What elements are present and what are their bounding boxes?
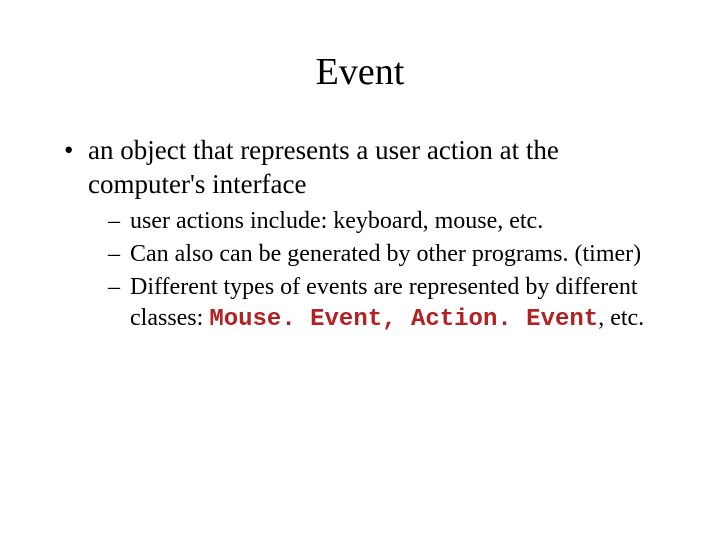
bullet-list-level1: an object that represents a user action … <box>60 134 660 335</box>
bullet-main-text: an object that represents a user action … <box>88 135 559 199</box>
slide-container: Event an object that represents a user a… <box>0 0 720 540</box>
sub3-code: Mouse. Event, Action. Event <box>209 306 598 333</box>
bullet-list-level2: user actions include: keyboard, mouse, e… <box>88 206 660 336</box>
sub-bullet-2: Can also can be generated by other progr… <box>108 239 660 270</box>
sub3-text-post: , etc. <box>598 305 644 331</box>
sub-bullet-1: user actions include: keyboard, mouse, e… <box>108 206 660 237</box>
slide-title: Event <box>60 50 660 94</box>
sub-bullet-3: Different types of events are represente… <box>108 272 660 335</box>
bullet-main: an object that represents a user action … <box>60 134 660 335</box>
